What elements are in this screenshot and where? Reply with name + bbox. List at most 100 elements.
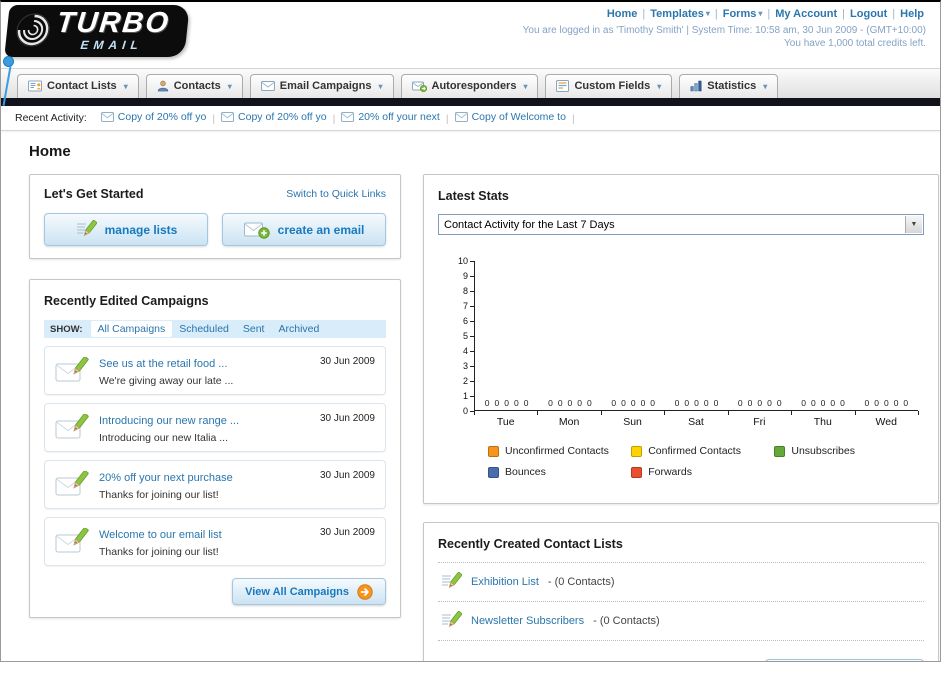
campaign-filters: All Campaigns Scheduled Sent Archived	[90, 321, 327, 337]
app-window: TURBO EMAIL Home | Templates ▾ | Forms ▾ | My Ac…	[0, 0, 941, 662]
campaign-date: 30 Jun 2009	[319, 470, 375, 481]
activity-label: Copy of 20% off yo	[238, 111, 327, 123]
bar-group: 00000	[602, 398, 665, 408]
campaign-title-link[interactable]: Welcome to our email list	[99, 529, 222, 541]
bar-value-label: 0	[703, 398, 709, 408]
x-axis-tickmark	[854, 411, 856, 415]
nav-link-help[interactable]: Help	[900, 8, 924, 20]
bar-value-label: 0	[820, 398, 826, 408]
email-campaigns-icon	[260, 81, 275, 91]
filter-sent[interactable]: Sent	[236, 321, 272, 337]
x-axis-tickmark	[474, 411, 475, 415]
campaign-title-link[interactable]: Introducing our new range ...	[99, 415, 239, 427]
bar-group: 00000	[665, 398, 728, 408]
tab-label: Email Campaigns	[279, 80, 372, 92]
activity-label: Copy of 20% off yo	[117, 111, 207, 123]
caret-down-icon: ▾	[523, 81, 528, 91]
nav-separator: |	[892, 8, 896, 20]
recent-activity-link[interactable]: 20% off your next	[341, 111, 440, 123]
recent-activity-link[interactable]: Copy of Welcome to	[454, 111, 566, 123]
bar-value-label: 0	[840, 398, 845, 408]
y-axis-tick-label: 8	[462, 286, 468, 296]
bar-value-label: 0	[883, 398, 889, 408]
campaign-list: See us at the retail food ... We're givin…	[44, 346, 386, 566]
envelope-icon	[100, 112, 114, 122]
x-axis-label: Tue	[496, 416, 515, 428]
bar-value-label: 0	[893, 398, 899, 408]
separator: |	[212, 113, 216, 125]
campaign-title-link[interactable]: See us at the retail food ...	[99, 358, 227, 370]
x-axis-tickmark	[727, 411, 729, 415]
caret-down-icon: ▾	[705, 9, 710, 18]
tab-custom-fields[interactable]: Custom Fields ▾	[545, 74, 673, 98]
tab-email-campaigns[interactable]: Email Campaigns ▾	[249, 74, 394, 98]
contact-list-item[interactable]: Newsletter Subscribers - (0 Contacts)	[438, 602, 924, 641]
pencil-icon	[75, 219, 97, 240]
contact-list-link[interactable]: Exhibition List	[471, 576, 539, 588]
legend-label: Unsubscribes	[791, 445, 855, 457]
campaign-title-link[interactable]: 20% off your next purchase	[99, 472, 233, 484]
get-started-title: Let's Get Started	[44, 187, 144, 201]
recent-activity-link[interactable]: Copy of 20% off yo	[221, 111, 327, 123]
y-axis-tick-label: 0	[462, 406, 468, 416]
x-axis-tickmark	[791, 411, 793, 415]
campaign-date: 30 Jun 2009	[319, 527, 375, 538]
bar-value-label: 0	[810, 398, 816, 408]
tab-contacts[interactable]: Contacts ▾	[145, 74, 243, 98]
nav-link-forms[interactable]: Forms ▾	[723, 8, 763, 20]
bar-value-label: 0	[767, 398, 772, 408]
create-email-button[interactable]: create an email	[222, 213, 386, 246]
tab-autoresponders[interactable]: Autoresponders ▾	[400, 74, 539, 98]
nav-link-home[interactable]: Home	[607, 8, 638, 20]
tab-label: Autoresponders	[431, 80, 517, 92]
x-axis-label: Mon	[558, 416, 580, 428]
filter-all-campaigns[interactable]: All Campaigns	[90, 321, 173, 337]
bar-value-label: 0	[557, 398, 563, 408]
main-nav-tabbar: Contact Lists ▾ Contacts ▾ Email Campaigns ▾ A…	[1, 68, 940, 98]
tab-label: Contact Lists	[47, 80, 117, 92]
switch-quick-links-link[interactable]: Switch to Quick Links	[286, 188, 386, 200]
bar-value-label: 0	[494, 398, 500, 408]
campaign-list-item[interactable]: Welcome to our email list Thanks for join…	[44, 517, 386, 566]
bar-value-label: 0	[650, 398, 656, 408]
custom-fields-icon	[556, 80, 570, 92]
campaign-list-item[interactable]: Introducing our new range ... Introducing…	[44, 403, 386, 452]
manage-lists-button[interactable]: manage lists	[44, 213, 208, 246]
tab-contact-lists[interactable]: Contact Lists ▾	[17, 74, 139, 98]
recent-contact-lists-panel: Recently Created Contact Lists Exhibitio…	[423, 522, 939, 661]
chart-legend: Unconfirmed Contacts Confirmed Contacts Un…	[488, 445, 918, 487]
recent-activity-link[interactable]: Copy of 20% off yo	[100, 111, 207, 123]
contact-list-link[interactable]: Newsletter Subscribers	[471, 615, 584, 627]
see-all-contact-lists-button[interactable]: See All Contact Lists	[764, 659, 924, 661]
nav-link-my-account[interactable]: My Account	[775, 8, 837, 20]
logo-text: TURBO EMAIL	[54, 7, 171, 52]
filter-archived[interactable]: Archived	[271, 321, 326, 337]
y-axis-tick-label: 4	[462, 346, 468, 356]
stats-period-select[interactable]: Contact Activity for the Last 7 Days ▼	[438, 214, 924, 235]
bar-value-label: 0	[903, 398, 909, 408]
x-axis-label: Sat	[688, 416, 704, 428]
envelope-pencil-icon	[55, 527, 89, 556]
tab-label: Contacts	[173, 80, 221, 92]
filter-scheduled[interactable]: Scheduled	[172, 321, 236, 337]
tab-statistics[interactable]: Statistics ▾	[679, 74, 779, 98]
chart-y-axis: 10 9 8 7 6 5 4 3 2 1 0	[452, 256, 474, 416]
bar-value-label: 0	[874, 398, 879, 408]
main-content: Home Let's Get Started Switch to Quick L…	[1, 131, 940, 661]
legend-swatch	[488, 445, 499, 457]
chart-value-labels: 00000000000000000000000000000000000	[475, 398, 918, 408]
separator: |	[332, 113, 336, 125]
statistics-icon	[690, 80, 702, 92]
turbo-email-logo[interactable]: TURBO EMAIL	[4, 5, 190, 57]
envelope-pencil-icon	[55, 356, 89, 385]
campaign-subtitle: Thanks for joining our list!	[99, 489, 219, 501]
y-axis-tick-label: 5	[462, 331, 468, 341]
contact-list-item[interactable]: Exhibition List - (0 Contacts)	[438, 563, 924, 602]
campaign-list-item[interactable]: 20% off your next purchase Thanks for joi…	[44, 460, 386, 509]
envelope-icon	[341, 112, 355, 122]
get-started-panel: Let's Get Started Switch to Quick Links …	[29, 174, 401, 259]
campaign-list-item[interactable]: See us at the retail food ... We're givin…	[44, 346, 386, 395]
view-all-campaigns-button[interactable]: View All Campaigns	[232, 578, 386, 605]
nav-link-templates[interactable]: Templates ▾	[650, 8, 710, 20]
nav-link-logout[interactable]: Logout	[850, 8, 887, 20]
